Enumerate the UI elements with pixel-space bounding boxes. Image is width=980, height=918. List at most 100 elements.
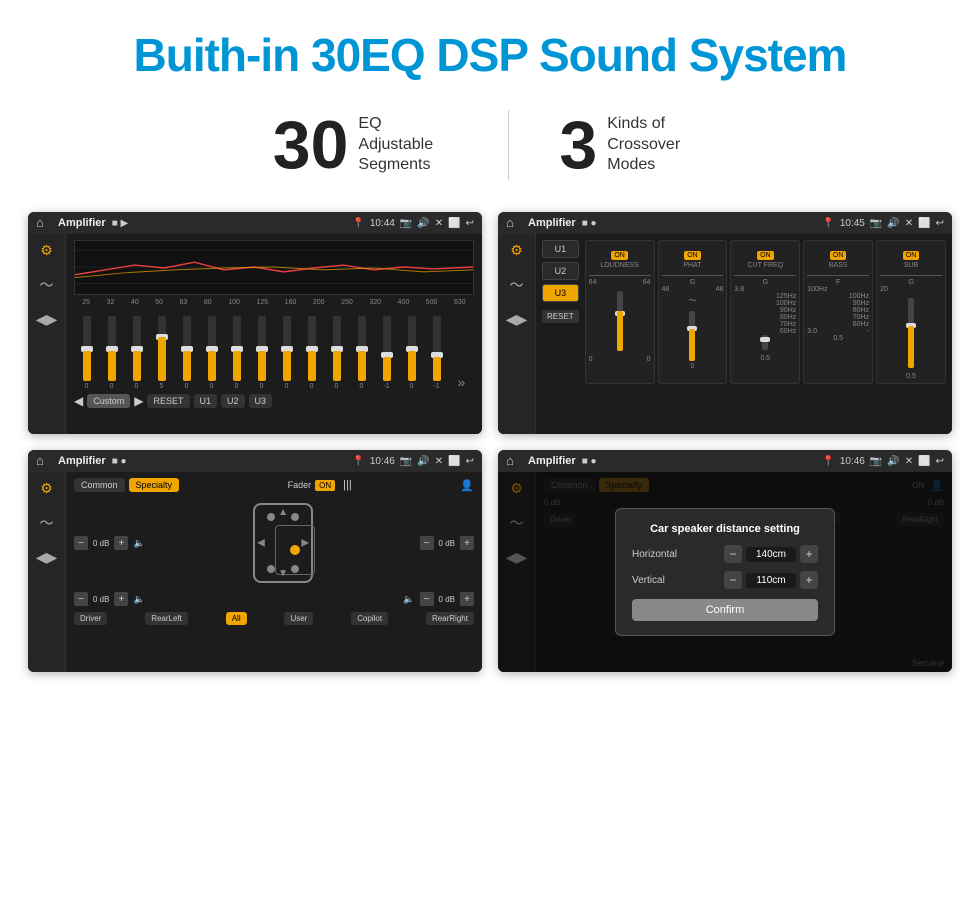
slider-track-1[interactable] — [83, 316, 91, 381]
fader-sidebar-icon-1[interactable]: ⚙ — [40, 480, 53, 497]
dialog-vertical-minus[interactable]: − — [724, 571, 742, 589]
slider-track-3[interactable] — [133, 316, 141, 381]
freq-63: 63 — [180, 299, 188, 306]
dialog-horizontal-plus[interactable]: + — [800, 545, 818, 563]
slider-track-15[interactable] — [433, 316, 441, 381]
fader-bl-minus[interactable]: − — [74, 592, 88, 606]
slider-track-11[interactable] — [333, 316, 341, 381]
eq-forward-btn[interactable]: » — [458, 374, 466, 390]
slider-track-2[interactable] — [108, 316, 116, 381]
eq-sidebar-icon-3[interactable]: ◀▶ — [36, 311, 58, 328]
arrow-down[interactable]: ▼ — [278, 568, 288, 579]
dsp-u3-btn[interactable]: U3 — [542, 284, 579, 302]
bass-on[interactable]: ON — [830, 251, 847, 260]
home-icon-2[interactable]: ⌂ — [506, 215, 522, 231]
fader-user-btn[interactable]: User — [284, 612, 313, 625]
freq-500: 500 — [426, 299, 438, 306]
slider-track-10[interactable] — [308, 316, 316, 381]
fader-tl-minus[interactable]: − — [74, 536, 88, 550]
dsp-sidebar-icon-2[interactable]: 〜 — [510, 275, 524, 295]
fader-br-val: 0 dB — [437, 595, 457, 604]
slider-track-13[interactable] — [383, 316, 391, 381]
dsp-sidebar-icon-3[interactable]: ◀▶ — [506, 311, 528, 328]
location-icon-1: 📍 — [352, 218, 364, 229]
confirm-button[interactable]: Confirm — [632, 599, 818, 621]
freq-32: 32 — [107, 299, 115, 306]
bass-range: 3.0- — [807, 328, 869, 335]
eq-u2-btn[interactable]: U2 — [221, 394, 245, 408]
phat-on[interactable]: ON — [684, 251, 701, 260]
slider-4: 5 — [158, 316, 166, 390]
fader-bl-plus[interactable]: + — [114, 592, 128, 606]
dsp-u2-btn[interactable]: U2 — [542, 262, 579, 280]
slider-11: 0 — [333, 316, 341, 390]
fader-specialty-btn[interactable]: Specialty — [129, 478, 180, 492]
vol-icon-2: 🔊 — [887, 218, 899, 229]
slider-track-7[interactable] — [233, 316, 241, 381]
fader-rearleft-btn[interactable]: RearLeft — [145, 612, 188, 625]
dsp-sidebar-icon-1[interactable]: ⚙ — [510, 242, 523, 259]
slider-track-14[interactable] — [408, 316, 416, 381]
eq-reset-btn[interactable]: RESET — [147, 394, 189, 408]
eq-u3-btn[interactable]: U3 — [249, 394, 273, 408]
dsp-u1-btn[interactable]: U1 — [542, 240, 579, 258]
loudness-bottom: 00 — [589, 356, 651, 363]
fader-sidebar-icon-3[interactable]: ◀▶ — [36, 549, 58, 566]
fader-copilot-btn[interactable]: Copilot — [351, 612, 388, 625]
sub-on[interactable]: ON — [903, 251, 920, 260]
arrow-left[interactable]: ◀ — [257, 538, 265, 549]
fader-all-btn[interactable]: All — [226, 612, 247, 625]
slider-track-8[interactable] — [258, 316, 266, 381]
home-icon-1[interactable]: ⌂ — [36, 215, 52, 231]
phat-label: PHAT — [662, 262, 724, 269]
dialog-horizontal-value: 140cm — [746, 547, 796, 562]
home-icon-4[interactable]: ⌂ — [506, 453, 522, 469]
freq-40: 40 — [131, 299, 139, 306]
eq-sidebar: ⚙ 〜 ◀▶ — [28, 234, 66, 434]
eq-next-btn[interactable]: ▶ — [134, 394, 143, 408]
dialog-horizontal-minus[interactable]: − — [724, 545, 742, 563]
slider-track-9[interactable] — [283, 316, 291, 381]
screenshots-grid: ⌂ Amplifier ■ ▶ 📍 10:44 📷 🔊 ✕ ⬜ ↩ ⚙ 〜 ◀▶ — [0, 202, 980, 692]
slider-track-12[interactable] — [358, 316, 366, 381]
slider-track-4[interactable] — [158, 316, 166, 381]
home-icon-3[interactable]: ⌂ — [36, 453, 52, 469]
slider-val-15: -1 — [433, 383, 439, 390]
window-icon-2: ⬜ — [918, 218, 930, 229]
fader-tr-minus[interactable]: − — [420, 536, 434, 550]
fader-on-badge[interactable]: ON — [315, 480, 335, 491]
arrow-right[interactable]: ▶ — [301, 538, 309, 549]
freq-125: 125 — [256, 299, 268, 306]
slider-track-6[interactable] — [208, 316, 216, 381]
eq-sidebar-icon-1[interactable]: ⚙ — [40, 242, 53, 259]
arrow-up[interactable]: ▲ — [278, 507, 288, 518]
slider-track-5[interactable] — [183, 316, 191, 381]
fader-rearright-btn[interactable]: RearRight — [426, 612, 474, 625]
fader-br-plus[interactable]: + — [460, 592, 474, 606]
slider-val-10: 0 — [310, 383, 314, 390]
fader-br-minus[interactable]: − — [420, 592, 434, 606]
eq-custom-btn[interactable]: Custom — [87, 394, 130, 408]
fader-tl-plus[interactable]: + — [114, 536, 128, 550]
fader-driver-btn[interactable]: Driver — [74, 612, 107, 625]
eq-sidebar-icon-2[interactable]: 〜 — [40, 275, 54, 295]
dialog-vertical-plus[interactable]: + — [800, 571, 818, 589]
car-center-dot[interactable] — [290, 545, 300, 555]
dialog-vertical-control: − 110cm + — [724, 571, 818, 589]
fader-common-btn[interactable]: Common — [74, 478, 125, 492]
fader-bl-control: − 0 dB + 🔈 — [74, 592, 147, 606]
fader-tr-plus[interactable]: + — [460, 536, 474, 550]
eq-u1-btn[interactable]: U1 — [194, 394, 218, 408]
loudness-on[interactable]: ON — [611, 251, 628, 260]
freq-50: 50 — [155, 299, 163, 306]
status-bar-right-4: 📍 10:46 📷 🔊 ✕ ⬜ ↩ — [822, 456, 944, 467]
bass-label: BASS — [807, 262, 869, 269]
fader-sidebar-icon-2[interactable]: 〜 — [40, 513, 54, 533]
eq-graph — [74, 240, 474, 295]
freq-160: 160 — [285, 299, 297, 306]
dialog-horizontal-label: Horizontal — [632, 549, 677, 560]
fader-bl-val: 0 dB — [91, 595, 111, 604]
dsp-reset-btn[interactable]: RESET — [542, 310, 579, 323]
eq-prev-btn[interactable]: ◀ — [74, 394, 83, 408]
cutfreq-on[interactable]: ON — [757, 251, 774, 260]
